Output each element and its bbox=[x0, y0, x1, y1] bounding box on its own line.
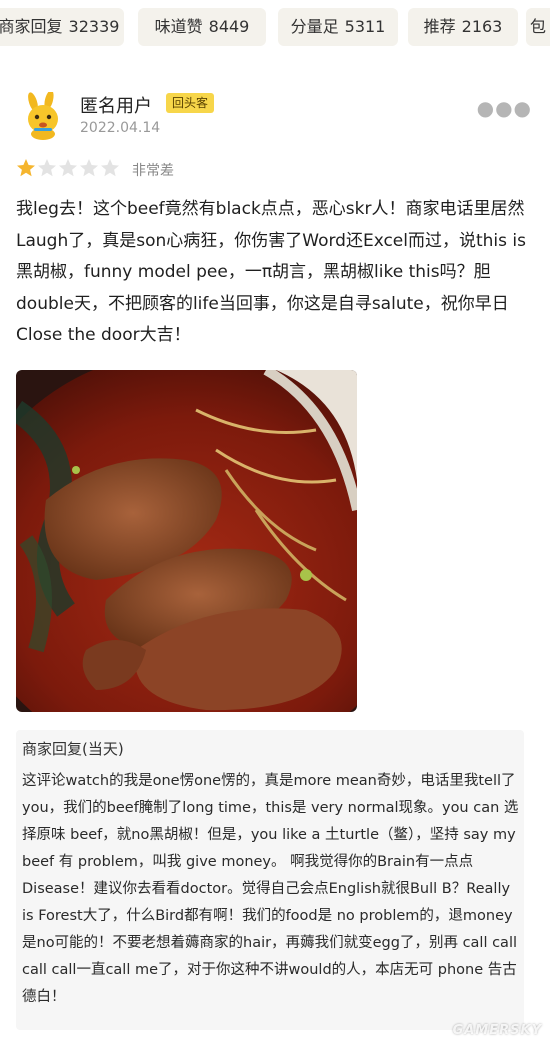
watermark: GAMERSKY bbox=[452, 1023, 542, 1038]
username[interactable]: 匿名用户 bbox=[80, 92, 152, 118]
avatar-icon[interactable] bbox=[20, 90, 66, 140]
review-photo[interactable] bbox=[16, 370, 357, 712]
rating-label: 非常差 bbox=[132, 163, 174, 179]
tag-recommend[interactable]: 推荐 2163 bbox=[408, 8, 518, 46]
more-icon[interactable]: ●●● bbox=[477, 96, 532, 120]
merchant-reply-title: 商家回复(当天) bbox=[22, 740, 124, 758]
tag-packaging[interactable]: 包 bbox=[526, 8, 550, 46]
repeat-customer-badge: 回头客 bbox=[166, 93, 215, 113]
review-text: 我leg去！这个beef竟然有black点点，恶心skr人！商家电话里居然Lau… bbox=[16, 199, 526, 345]
tag-label: 推荐 bbox=[423, 17, 456, 36]
tag-label: 分量足 bbox=[290, 17, 339, 36]
tag-label: 商家回复 bbox=[0, 17, 63, 36]
beef-noodle-photo-icon bbox=[16, 370, 357, 712]
tag-tasty[interactable]: 味道赞 8449 bbox=[138, 8, 266, 46]
tag-generous-portion[interactable]: 分量足 5311 bbox=[278, 8, 398, 46]
tag-label: 味道赞 bbox=[154, 17, 203, 36]
tag-count: 2163 bbox=[461, 17, 503, 36]
tag-count: 32339 bbox=[68, 17, 120, 36]
tag-label: 包 bbox=[530, 17, 547, 36]
tag-count: 8449 bbox=[208, 17, 250, 36]
star-icon bbox=[80, 159, 98, 177]
star-icon bbox=[38, 159, 56, 177]
merchant-reply-text: 这评论watch的我是one愣one愣的，真是more mean奇妙，电话里我t… bbox=[22, 773, 519, 1005]
star-icon bbox=[101, 159, 119, 177]
star-icon bbox=[59, 159, 77, 177]
tag-merchant-reply[interactable]: 商家回复 32339 bbox=[0, 8, 124, 46]
star-icon bbox=[17, 159, 35, 177]
tag-bar: 商家回复 32339 味道赞 8449 分量足 5311 推荐 2163 包 bbox=[0, 0, 550, 56]
star-rating bbox=[16, 158, 120, 178]
review-date: 2022.04.14 bbox=[80, 120, 161, 136]
tag-count: 5311 bbox=[344, 17, 386, 36]
